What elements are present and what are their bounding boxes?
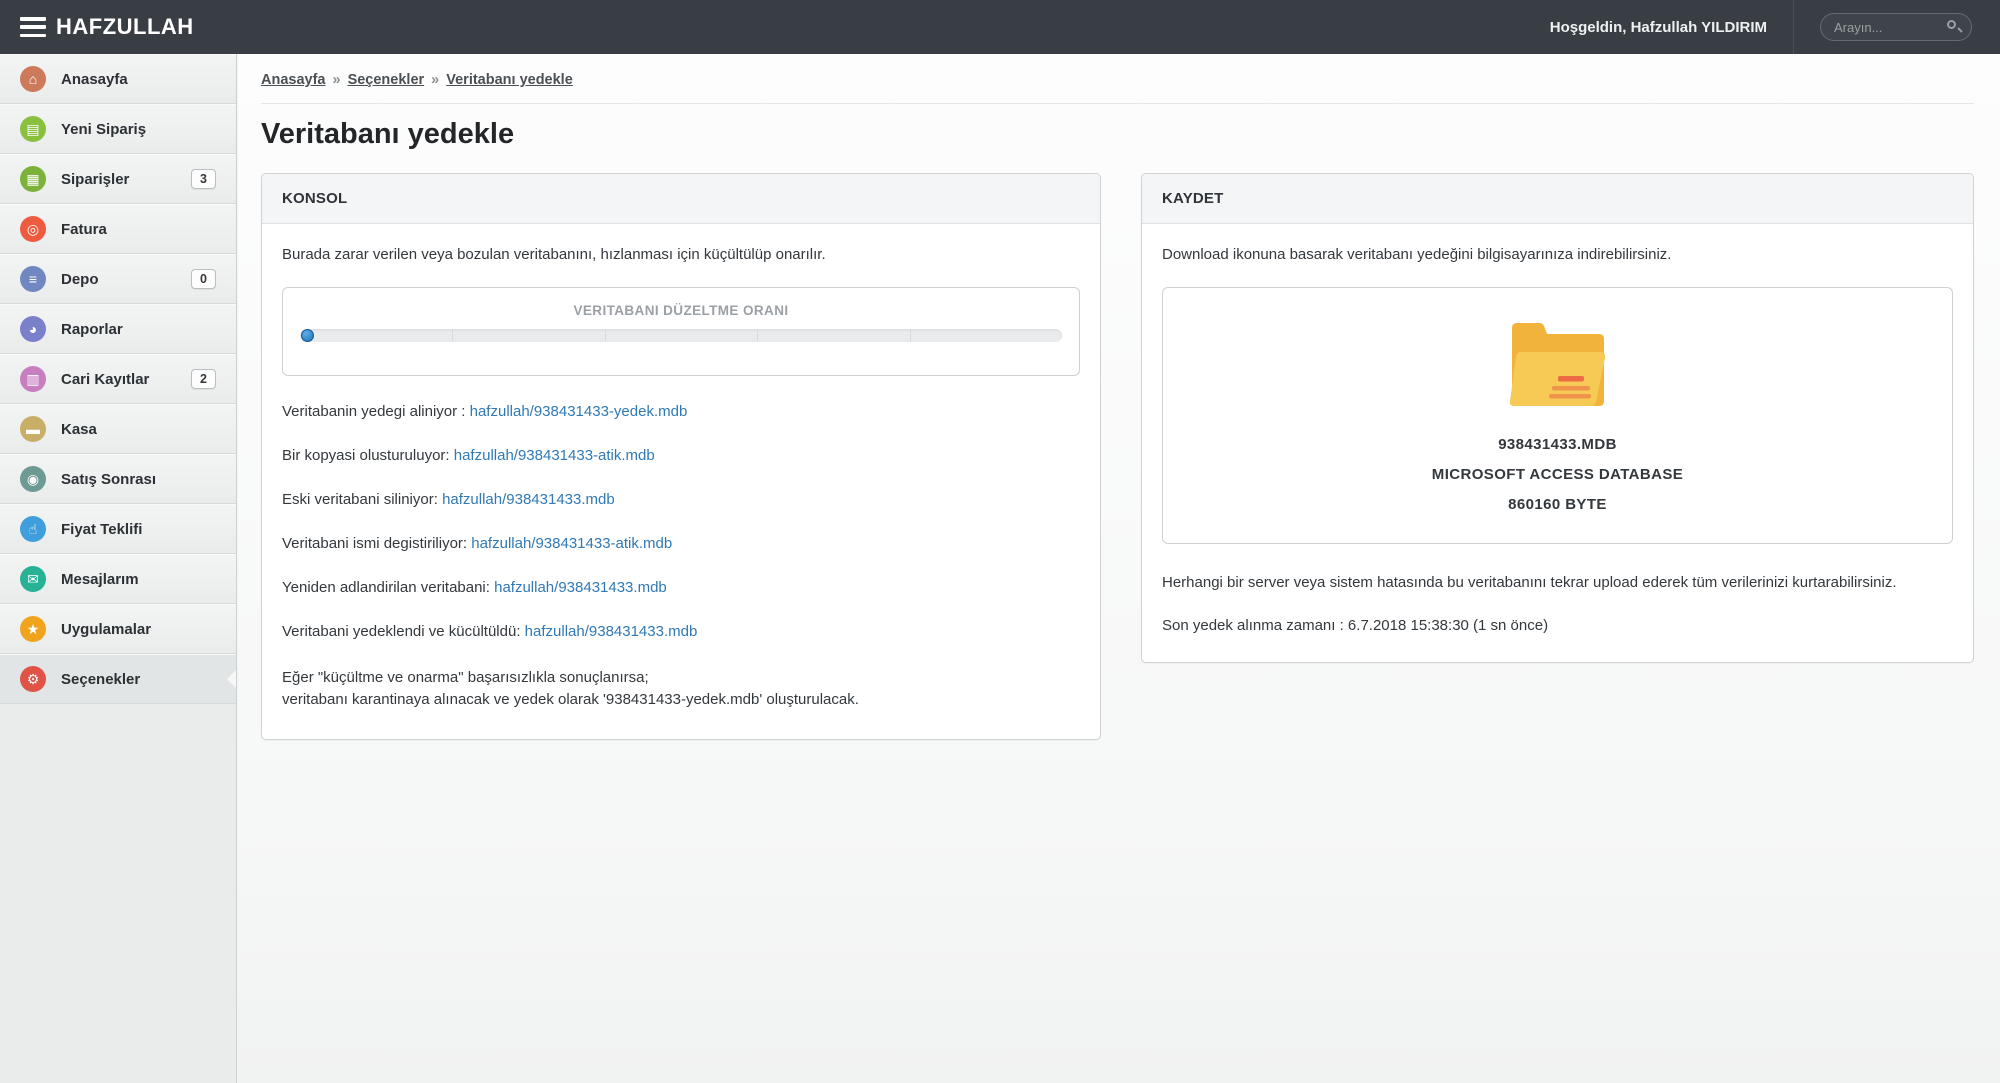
repair-progress-box: VERITABANI DÜZELTME ORANI <box>282 287 1080 376</box>
breadcrumb: Anasayfa » Seçenekler » Veritabanı yedekle <box>261 72 1974 88</box>
home-icon: ⌂ <box>20 66 46 92</box>
sidebar-item-label: Seçenekler <box>61 671 140 688</box>
folder-download-icon[interactable] <box>1498 314 1618 414</box>
options-gear-icon: ⚙ <box>20 666 46 692</box>
log-line: Eski veritabani siliniyor: hafzullah/938… <box>282 491 1080 508</box>
quote-thumb-icon: ☝ <box>20 516 46 542</box>
sidebar-item-secenekler[interactable]: ⚙ Seçenekler <box>0 654 236 704</box>
kaydet-intro-text: Download ikonuna basarak veritabanı yede… <box>1162 246 1953 263</box>
invoice-icon: ◎ <box>20 216 46 242</box>
sidebar-item-label: Uygulamalar <box>61 621 151 638</box>
apps-icon: ★ <box>20 616 46 642</box>
new-order-icon: ▤ <box>20 116 46 142</box>
search-area <box>1793 0 1972 54</box>
sidebar-item-label: Depo <box>61 271 99 288</box>
backup-file-link[interactable]: hafzullah/938431433.mdb <box>494 579 667 596</box>
log-line: Yeniden adlandirilan veritabani: hafzull… <box>282 579 1080 596</box>
kaydet-panel-header: KAYDET <box>1142 174 1973 224</box>
konsol-intro-text: Burada zarar verilen veya bozulan verita… <box>282 246 1080 263</box>
page-title: Veritabanı yedekle <box>261 118 1974 151</box>
backup-file-link[interactable]: hafzullah/938431433-atik.mdb <box>454 447 655 464</box>
sidebar-item-fatura[interactable]: ◎ Fatura <box>0 204 236 254</box>
sidebar-item-satis-sonrasi[interactable]: ◉ Satış Sonrası <box>0 454 236 504</box>
greeting-text: Hoşgeldin, Hafzullah YILDIRIM <box>1550 19 1767 36</box>
sidebar-item-label: Satış Sonrası <box>61 471 156 488</box>
active-caret-icon <box>227 670 236 688</box>
konsol-panel-header: KONSOL <box>262 174 1100 224</box>
backup-file-link[interactable]: hafzullah/938431433-atik.mdb <box>471 535 672 552</box>
file-name: 938431433.MDB <box>1183 436 1932 453</box>
sidebar-item-label: Anasayfa <box>61 71 128 88</box>
count-badge: 3 <box>191 169 216 189</box>
file-size: 860160 BYTE <box>1183 496 1932 513</box>
breadcrumb-link[interactable]: Seçenekler <box>348 72 425 88</box>
sidebar-item-label: Raporlar <box>61 321 123 338</box>
messages-icon: ✉ <box>20 566 46 592</box>
accounts-card-icon: ▥ <box>20 366 46 392</box>
search-icon[interactable] <box>1946 19 1962 35</box>
sidebar-item-label: Siparişler <box>61 171 129 188</box>
orders-cart-icon: ▦ <box>20 166 46 192</box>
reports-pie-icon: ◕ <box>20 316 46 342</box>
kaydet-panel: KAYDET Download ikonuna basarak veritaba… <box>1141 173 1974 663</box>
sidebar-item-siparisler[interactable]: ▦ Siparişler 3 <box>0 154 236 204</box>
main-content: Anasayfa » Seçenekler » Veritabanı yedekle V… <box>238 54 2000 1083</box>
log-line: Veritabanin yedegi aliniyor : hafzullah/… <box>282 403 1080 420</box>
sidebar-item-label: Fiyat Teklifi <box>61 521 142 538</box>
breadcrumb-separator: » <box>431 72 439 88</box>
sidebar-item-depo[interactable]: ≡ Depo 0 <box>0 254 236 304</box>
sidebar-item-mesajlarim[interactable]: ✉ Mesajlarım <box>0 554 236 604</box>
brand-logo: HAFZULLAH <box>56 14 194 40</box>
sidebar-item-anasayfa[interactable]: ⌂ Anasayfa <box>0 54 236 104</box>
sidebar-item-label: Cari Kayıtlar <box>61 371 149 388</box>
sidebar-item-label: Fatura <box>61 221 107 238</box>
breadcrumb-link[interactable]: Veritabanı yedekle <box>446 72 573 88</box>
sidebar-item-raporlar[interactable]: ◕ Raporlar <box>0 304 236 354</box>
sidebar-item-uygulamalar[interactable]: ★ Uygulamalar <box>0 604 236 654</box>
breadcrumb-link[interactable]: Anasayfa <box>261 72 325 88</box>
sidebar-item-label: Yeni Sipariş <box>61 121 146 138</box>
sidebar: ⌂ Anasayfa ▤ Yeni Sipariş ▦ Siparişler 3… <box>0 54 237 1083</box>
log-line: Veritabani ismi degistiriliyor: hafzulla… <box>282 535 1080 552</box>
sidebar-item-label: Kasa <box>61 421 97 438</box>
topbar: HAFZULLAH Hoşgeldin, Hafzullah YILDIRIM <box>0 0 2000 54</box>
restore-note: Herhangi bir server veya sistem hatasınd… <box>1162 574 1953 591</box>
log-line: Bir kopyasi olusturuluyor: hafzullah/938… <box>282 447 1080 464</box>
sidebar-item-label: Mesajlarım <box>61 571 139 588</box>
backup-file-link[interactable]: hafzullah/938431433.mdb <box>442 491 615 508</box>
cash-wallet-icon: ▬ <box>20 416 46 442</box>
sidebar-item-kasa[interactable]: ▬ Kasa <box>0 404 236 454</box>
menu-icon[interactable] <box>20 17 46 37</box>
breadcrumb-divider <box>261 103 1974 104</box>
sidebar-item-yeni-siparis[interactable]: ▤ Yeni Sipariş <box>0 104 236 154</box>
after-sales-icon: ◉ <box>20 466 46 492</box>
konsol-panel: KONSOL Burada zarar verilen veya bozulan… <box>261 173 1101 740</box>
count-badge: 2 <box>191 369 216 389</box>
backup-file-link[interactable]: hafzullah/938431433.mdb <box>525 623 698 640</box>
progress-dot <box>301 329 314 342</box>
file-type: MICROSOFT ACCESS DATABASE <box>1183 466 1932 483</box>
breadcrumb-separator: » <box>332 72 340 88</box>
warehouse-icon: ≡ <box>20 266 46 292</box>
sidebar-item-cari-kayitlar[interactable]: ▥ Cari Kayıtlar 2 <box>0 354 236 404</box>
progress-track <box>300 329 1062 342</box>
last-backup-time: Son yedek alınma zamanı : 6.7.2018 15:38… <box>1162 617 1953 634</box>
backup-file-card: 938431433.MDB MICROSOFT ACCESS DATABASE … <box>1162 287 1953 544</box>
backup-file-link[interactable]: hafzullah/938431433-yedek.mdb <box>470 403 688 420</box>
quarantine-warning: Eğer "küçültme ve onarma" başarısızlıkla… <box>282 667 1080 711</box>
log-line: Veritabani yedeklendi ve kücültüldü: haf… <box>282 623 1080 640</box>
count-badge: 0 <box>191 269 216 289</box>
progress-label: VERITABANI DÜZELTME ORANI <box>298 303 1064 318</box>
sidebar-item-fiyat-teklifi[interactable]: ☝ Fiyat Teklifi <box>0 504 236 554</box>
